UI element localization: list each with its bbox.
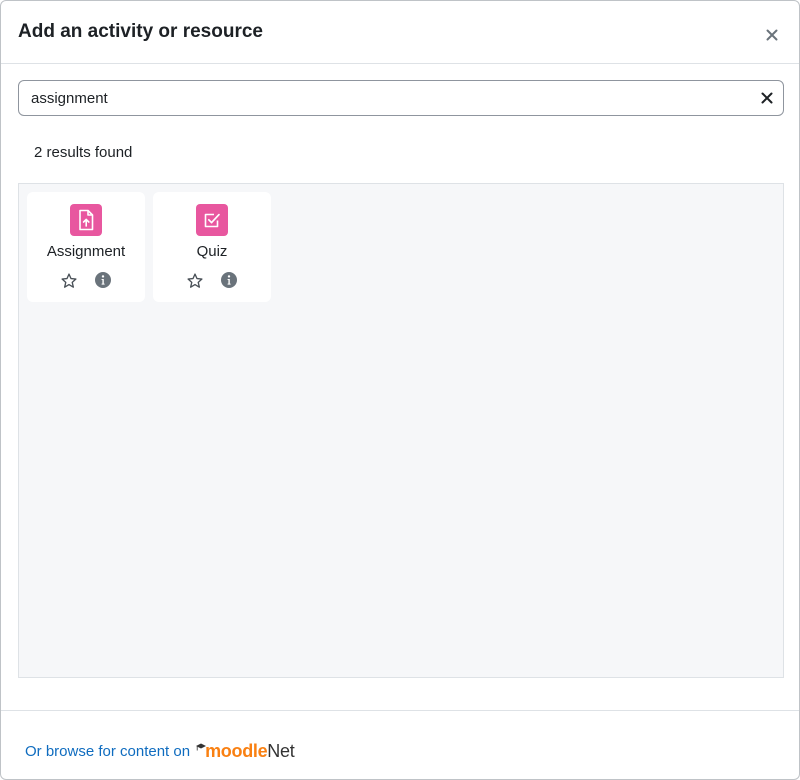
info-icon	[221, 272, 237, 288]
info-icon	[95, 272, 111, 288]
star-outline-icon	[187, 273, 203, 288]
activity-card-quiz: Quiz	[153, 192, 271, 302]
close-icon	[766, 29, 778, 41]
search-input[interactable]	[19, 81, 749, 115]
logo-moodle-text: moodle	[205, 741, 268, 761]
assignment-icon-button[interactable]	[70, 204, 102, 236]
clear-search-button[interactable]	[757, 88, 777, 108]
logo-net-text: Net	[267, 741, 295, 761]
add-activity-modal: Add an activity or resource 2 results fo…	[0, 0, 800, 780]
quiz-checkbox-icon	[204, 213, 220, 228]
browse-link-text: Or browse for content on	[25, 743, 191, 760]
modal-header: Add an activity or resource	[1, 1, 799, 64]
info-assignment-button[interactable]	[94, 271, 112, 289]
modal-title: Add an activity or resource	[18, 21, 263, 42]
activity-label-quiz[interactable]: Quiz	[153, 243, 271, 260]
results-area: Assignment Quiz	[18, 183, 784, 678]
moodlenet-logo: moodle Net	[196, 741, 295, 761]
close-button[interactable]	[759, 23, 785, 47]
star-assignment-button[interactable]	[59, 271, 79, 291]
results-count: 2 results found	[34, 144, 133, 161]
assignment-upload-icon	[79, 209, 94, 231]
modal-footer: Or browse for content on moodle Net	[1, 710, 799, 779]
info-quiz-button[interactable]	[220, 271, 238, 289]
star-outline-icon	[61, 273, 77, 288]
quiz-icon-button[interactable]	[196, 204, 228, 236]
activity-label-assignment[interactable]: Assignment	[27, 243, 145, 260]
star-quiz-button[interactable]	[185, 271, 205, 291]
search-box	[18, 80, 784, 116]
activity-card-assignment: Assignment	[27, 192, 145, 302]
clear-icon	[761, 92, 773, 104]
browse-moodlenet-link[interactable]: Or browse for content on moodle Net	[25, 741, 295, 761]
